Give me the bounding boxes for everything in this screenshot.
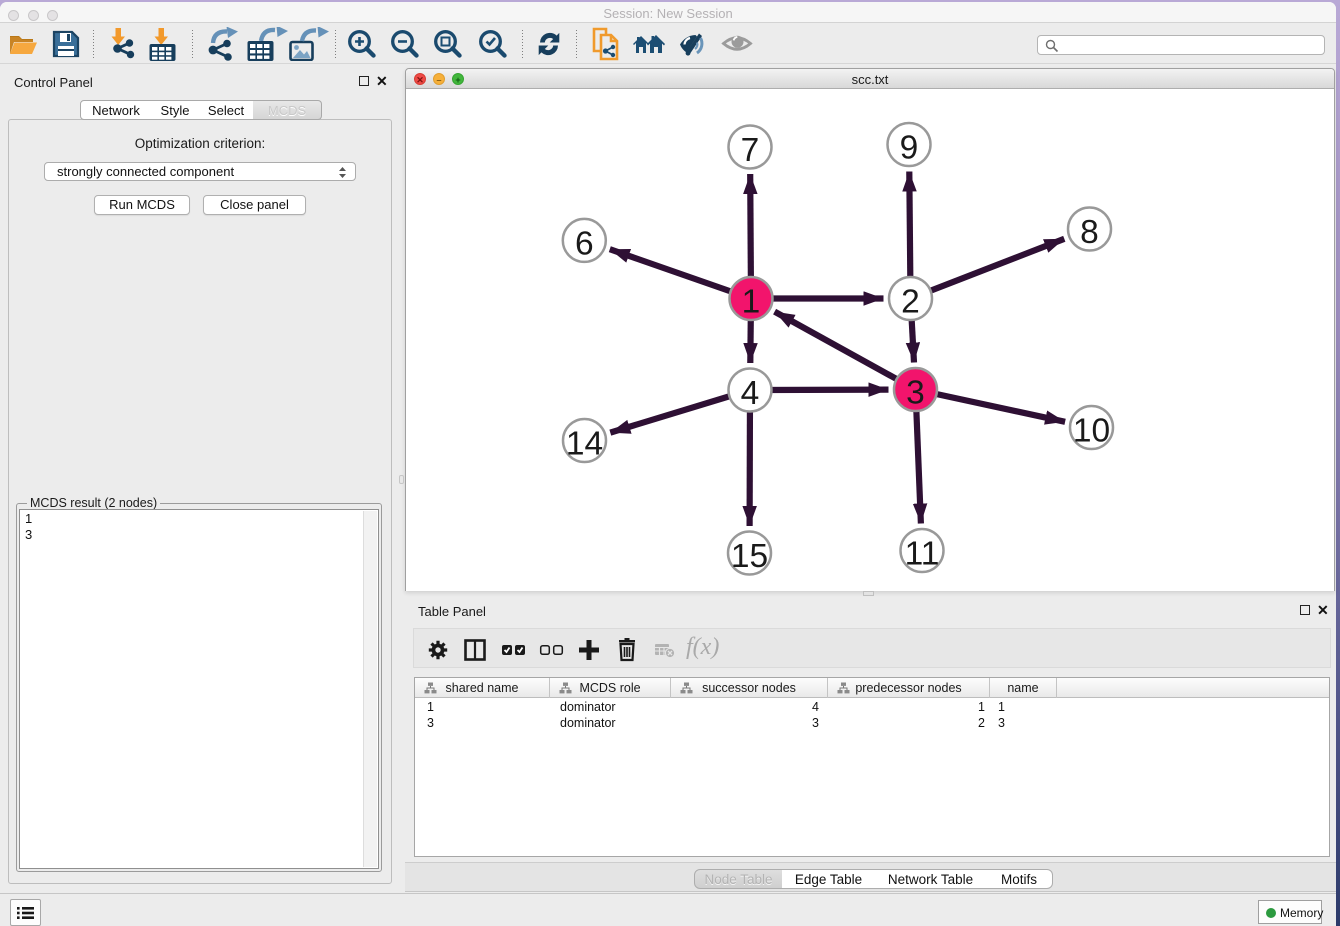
svg-text:11: 11: [905, 536, 940, 573]
svg-text:15: 15: [731, 538, 768, 575]
svg-text:4: 4: [741, 375, 760, 412]
svg-text:1: 1: [742, 284, 761, 321]
svg-text:10: 10: [1073, 413, 1110, 450]
svg-text:7: 7: [741, 132, 760, 169]
svg-text:8: 8: [1080, 214, 1099, 251]
svg-text:14: 14: [566, 426, 603, 463]
svg-text:3: 3: [906, 375, 925, 412]
svg-text:6: 6: [575, 225, 594, 262]
svg-text:2: 2: [901, 284, 920, 321]
svg-text:9: 9: [900, 130, 919, 167]
